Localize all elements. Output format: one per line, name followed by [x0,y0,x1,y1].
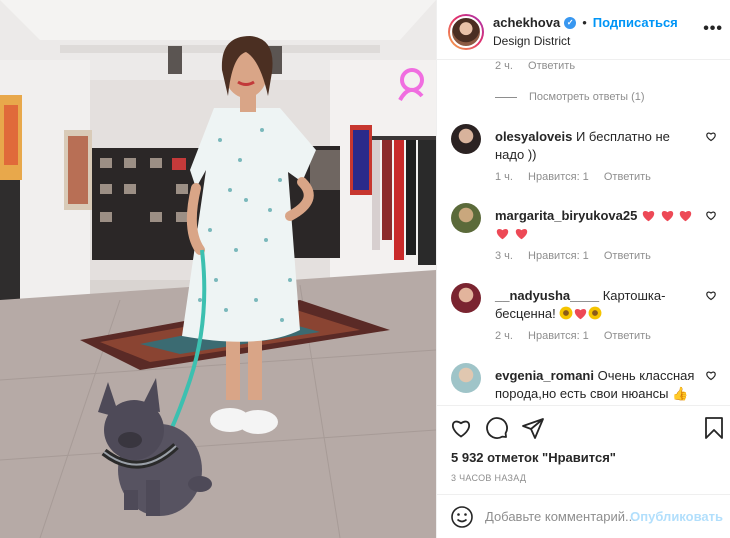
post-image [0,0,436,538]
share-paper-plane-icon[interactable] [521,416,545,440]
commenter-avatar[interactable] [451,283,481,313]
sunflower-emoji-icon [559,306,573,321]
publish-button[interactable]: Опубликовать [630,509,723,524]
commenter-username[interactable]: olesyaloveis [495,129,572,144]
emoji-smile-icon[interactable] [450,505,474,529]
commenter-username[interactable]: margarita_biryukova25 [495,208,637,223]
view-replies-button[interactable]: Посмотреть ответы (1) [495,91,645,103]
like-comment-heart-icon[interactable] [705,369,717,381]
like-comment-heart-icon[interactable] [705,130,717,142]
separator-dot: • [582,15,587,30]
heart-emoji-icon [573,306,588,321]
comment-likes[interactable]: Нравится: 1 [528,330,589,342]
red-heart-emoji-icon [641,208,656,223]
comment-body: olesyaloveis И бесплатно не надо )) [495,128,701,164]
author-avatar[interactable] [448,14,484,50]
commenter-avatar[interactable] [451,363,481,393]
comment-time: 2 ч. [495,330,513,342]
post-sidebar: achekhova ✓ • Подписаться Design Distric… [436,0,730,538]
comment-time: 1 ч. [495,171,513,183]
comment-meta: 2 ч. Нравится: 1 Ответить [495,330,663,342]
more-options-icon[interactable]: ••• [703,20,723,38]
commenter-avatar[interactable] [451,124,481,154]
reply-button[interactable]: Ответить [604,171,651,183]
verified-badge-icon: ✓ [564,16,577,29]
reply-button[interactable]: Ответить [604,250,651,262]
likes-count[interactable]: 5 932 отметок "Нравится" [451,450,616,465]
post-location[interactable]: Design District [493,34,570,48]
post-timestamp[interactable]: 3 ЧАСОВ НАЗАД [451,473,526,483]
avatar [450,16,482,48]
reply-button[interactable]: Ответить [604,330,651,342]
comment-bubble-icon[interactable] [485,416,509,440]
commenter-username[interactable]: __nadyusha____ [495,288,599,303]
author-username[interactable]: achekhova [493,15,560,30]
emoji-group [559,306,602,321]
like-comment-heart-icon[interactable] [705,289,717,301]
view-replies-label: Посмотреть ответы (1) [529,91,645,103]
comment-likes[interactable]: Нравится: 1 [528,250,589,262]
comment-input[interactable] [485,505,637,527]
comment-time: 3 ч. [495,250,513,262]
comment-likes[interactable]: Нравится: 1 [528,171,589,183]
red-heart-emoji-icon [660,208,675,223]
post-header: achekhova ✓ • Подписаться Design Distric… [437,0,730,60]
red-heart-emoji-icon [678,208,693,223]
like-comment-heart-icon[interactable] [705,209,717,221]
comment-body: evgenia_romani Очень классная порода,но … [495,367,701,403]
reply-button[interactable]: Ответить [528,60,575,72]
commenter-avatar[interactable] [451,203,481,233]
red-heart-emoji-icon [514,226,529,241]
comment-body: margarita_biryukova25 [495,207,701,243]
author-row: achekhova ✓ • Подписаться [493,15,678,30]
red-heart-emoji-icon [495,226,510,241]
save-bookmark-icon[interactable] [703,416,725,440]
comment-meta: 3 ч. Нравится: 1 Ответить [495,250,663,262]
follow-button[interactable]: Подписаться [593,15,678,30]
like-heart-icon[interactable] [449,416,473,440]
add-comment-bar: Опубликовать [437,494,730,538]
comment-meta: 2 ч. Ответить [495,60,587,72]
sunflower-emoji-icon [588,306,602,321]
thumbs-up-icon: 👍 [672,386,689,401]
post-photo[interactable] [0,0,436,538]
comment-time: 2 ч. [495,60,513,72]
comment-body: __nadyusha____ Картошка-бесценна! [495,287,701,323]
replies-line [495,96,517,98]
commenter-username[interactable]: evgenia_romani [495,368,594,383]
comments-list[interactable]: 2 ч. Ответить Посмотреть ответы (1) oles… [437,60,730,405]
comment-meta: 1 ч. Нравится: 1 Ответить [495,171,663,183]
